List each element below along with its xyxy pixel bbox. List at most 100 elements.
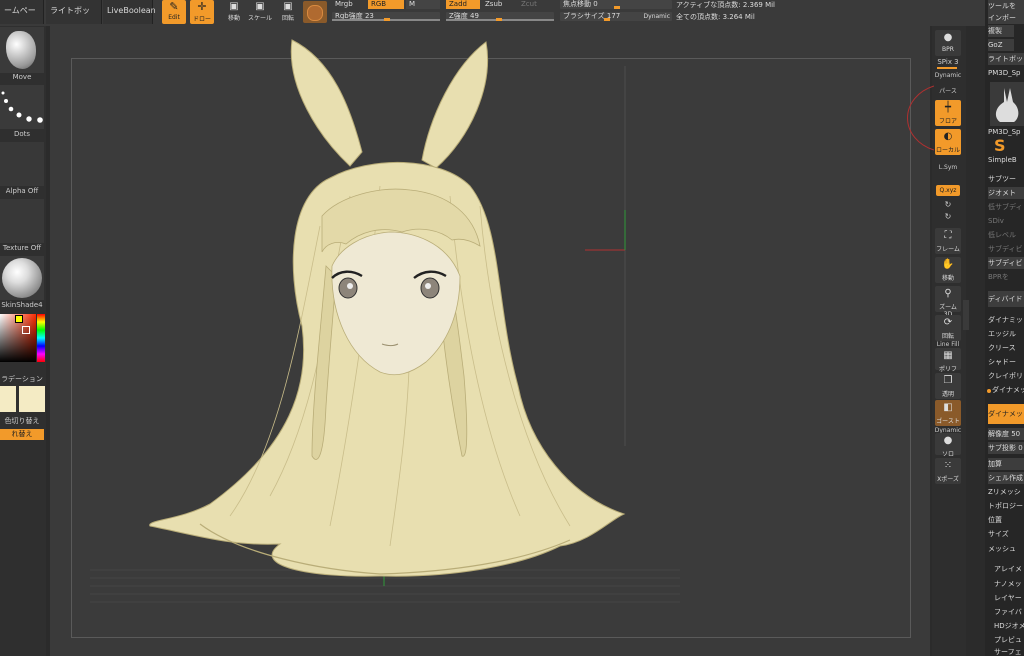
- rotate-view-button[interactable]: ⟳ 回転: [935, 315, 961, 341]
- zsub-button[interactable]: Zsub: [482, 0, 516, 9]
- move-button[interactable]: ▣ 移動: [222, 0, 246, 24]
- rotate-axis-icon-2[interactable]: ↻: [934, 212, 962, 221]
- local-button[interactable]: ◐ ローカル: [935, 129, 961, 155]
- model-render[interactable]: [50, 26, 930, 656]
- dynamic-toggle[interactable]: Dynamic: [644, 12, 670, 21]
- dyn-shell-button[interactable]: シェル作成: [988, 472, 1024, 484]
- move-view-button[interactable]: ✋ 移動: [935, 257, 961, 283]
- geo-bpr[interactable]: BPRを: [988, 271, 1024, 283]
- geo-claypolish[interactable]: クレイポリ: [988, 370, 1024, 382]
- lsym-button[interactable]: L.Sym: [934, 164, 962, 171]
- edit-button[interactable]: ✎ Edit: [162, 0, 186, 24]
- dynamesh-indicator: [987, 389, 991, 393]
- simplebrush-icon[interactable]: S: [994, 137, 1016, 155]
- brush-thumbnail[interactable]: [0, 27, 44, 73]
- tool-load-button[interactable]: ツールを: [988, 0, 1024, 12]
- bpr-button[interactable]: ● BPR: [935, 30, 961, 56]
- surface-header[interactable]: サーフェ: [994, 646, 1024, 656]
- floor-button[interactable]: ┿ フロア: [935, 100, 961, 126]
- zcut-button[interactable]: Zcut: [518, 0, 552, 9]
- texture-thumbnail[interactable]: [0, 199, 44, 243]
- goz-button[interactable]: GoZ: [988, 39, 1014, 51]
- geo-subdiv-2[interactable]: サブディビ: [988, 257, 1024, 269]
- geo-dynamic[interactable]: ダイナミッ: [988, 314, 1024, 326]
- subtool-header[interactable]: サブツー: [988, 173, 1024, 185]
- stroke-thumbnail[interactable]: [0, 85, 44, 129]
- geometry-header[interactable]: ジオメト: [988, 187, 1024, 199]
- lightbox-tools-button[interactable]: ライトボッ: [988, 53, 1024, 65]
- mrgb-button[interactable]: Mrgb: [332, 0, 366, 9]
- ghost-button[interactable]: ◧ ゴースト: [935, 400, 961, 426]
- perspective-button[interactable]: パース: [934, 86, 962, 95]
- linefill-label: Line Fill: [936, 341, 960, 348]
- navigation-gizmo[interactable]: [890, 84, 934, 152]
- geo-shadowbox[interactable]: シャドー: [988, 356, 1024, 368]
- focal-shift-knob[interactable]: [614, 6, 620, 9]
- position-header[interactable]: 位置: [988, 514, 1024, 526]
- divide-button[interactable]: ディバイド: [988, 291, 1024, 307]
- dyn-add-button[interactable]: 加算: [988, 458, 1024, 470]
- resolution-slider[interactable]: 解像度 50: [988, 428, 1024, 440]
- color-picker-cursor[interactable]: [22, 326, 30, 334]
- rotate-axis-icon[interactable]: ↻: [934, 200, 962, 209]
- xpose-button[interactable]: ⁙ Xポーズ: [935, 458, 961, 484]
- import-button[interactable]: インポー: [988, 12, 1024, 24]
- main-color-swatch[interactable]: [19, 386, 45, 412]
- tab-liveboolean[interactable]: LiveBoolean: [103, 0, 156, 24]
- mesh-header[interactable]: メッシュ: [988, 543, 1024, 555]
- alpha-thumbnail[interactable]: [0, 142, 44, 186]
- swap-color-button[interactable]: れ替え: [0, 429, 44, 440]
- layers-header[interactable]: レイヤー: [994, 592, 1024, 604]
- z-intensity-slider[interactable]: Z強度 49: [446, 12, 554, 21]
- nanomesh-header[interactable]: ナノメッ: [994, 578, 1024, 590]
- frame-button[interactable]: ⛶ フレーム: [935, 228, 961, 254]
- dynamesh-button[interactable]: ダイナメッ: [988, 404, 1024, 424]
- array-mesh-header[interactable]: アレイメ: [994, 563, 1024, 575]
- geo-sdiv[interactable]: SDiv: [988, 215, 1024, 227]
- sub-projection-slider[interactable]: サブ投影 0: [988, 442, 1024, 454]
- polyframe-button[interactable]: ▦ ポリフ: [935, 348, 961, 373]
- hue-strip[interactable]: [37, 314, 45, 362]
- draw-button[interactable]: ✛ ドロー: [190, 0, 214, 24]
- geo-lower-subdiv[interactable]: 低サブディ: [988, 201, 1024, 213]
- brush-size-slider[interactable]: ブラシサイズ 177 Dynamic: [560, 12, 672, 21]
- geo-edge-loop[interactable]: エッジル: [988, 328, 1024, 340]
- brush-size-knob[interactable]: [604, 18, 610, 21]
- geo-low-level[interactable]: 低レベル: [988, 229, 1024, 241]
- geo-crease[interactable]: クリース: [988, 342, 1024, 354]
- zremesher-header[interactable]: Zリメッシ: [988, 486, 1024, 498]
- zoom3d-button[interactable]: ⚲ズーム3D: [935, 286, 961, 318]
- solo-button[interactable]: ● ソロ: [935, 433, 961, 458]
- rgb-intensity-slider[interactable]: Rgb強度 23: [332, 12, 440, 21]
- fibermesh-header[interactable]: ファイバ: [994, 606, 1024, 618]
- material-swatch-button[interactable]: [303, 1, 327, 23]
- topology-header[interactable]: トポロジー: [988, 500, 1024, 512]
- transparency-button[interactable]: ❒ 透明: [935, 373, 961, 399]
- geo-subdiv-1[interactable]: サブディビ: [988, 243, 1024, 255]
- bpr-sphere-icon: ●: [943, 32, 953, 43]
- tab-home[interactable]: ームページ: [0, 0, 44, 37]
- rotate-button[interactable]: ▣ 回転: [276, 0, 300, 24]
- switch-color-button[interactable]: 色切り替え: [0, 416, 44, 426]
- m-button[interactable]: M: [406, 0, 440, 9]
- spix-slider[interactable]: SPix 3: [934, 58, 962, 66]
- zadd-button[interactable]: Zadd: [446, 0, 480, 9]
- tool-thumbnail[interactable]: [990, 82, 1024, 126]
- scale-button[interactable]: ▣ スケール: [248, 0, 272, 24]
- focal-shift-slider[interactable]: 焦点移動 0: [560, 0, 672, 9]
- size-header[interactable]: サイズ: [988, 528, 1024, 540]
- hue-cursor[interactable]: [15, 315, 23, 323]
- preview-header[interactable]: プレビュ: [994, 634, 1024, 646]
- hd-geometry-header[interactable]: HDジオメ: [994, 620, 1024, 632]
- tab-lightbox[interactable]: ライトボックス: [46, 0, 102, 37]
- polyframe-icon: ▦: [943, 350, 953, 361]
- clone-button[interactable]: 複製: [988, 25, 1014, 37]
- secondary-color-swatch[interactable]: [0, 386, 16, 412]
- z-intensity-knob[interactable]: [496, 18, 502, 21]
- rgb-intensity-knob[interactable]: [384, 18, 390, 21]
- dynamesh-header[interactable]: ダイナメッ: [992, 384, 1024, 396]
- xyz-button[interactable]: Q.xyz: [936, 185, 960, 196]
- material-thumbnail[interactable]: [0, 256, 44, 300]
- shelf-scroll[interactable]: [963, 300, 969, 330]
- rgb-button[interactable]: RGB: [368, 0, 404, 9]
